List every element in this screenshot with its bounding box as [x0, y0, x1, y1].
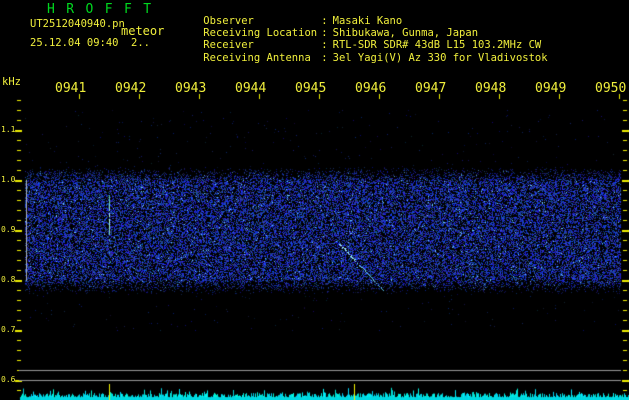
freq-tick-label: 0.7	[1, 325, 16, 334]
filename-label: UT2512040940.pn	[30, 18, 125, 30]
time-tick-label: 0941	[55, 81, 87, 96]
freq-axis-unit: kHz	[2, 76, 21, 88]
app-title: H R O F F T	[47, 2, 153, 17]
time-tick-label: 0945	[295, 81, 327, 96]
freq-tick-label: 1.0	[1, 175, 16, 184]
freq-tick-label: 0.9	[1, 225, 16, 234]
time-tick-label: 0942	[115, 81, 147, 96]
time-tick-label: 0944	[235, 81, 267, 96]
time-tick-label: 0949	[535, 81, 567, 96]
freq-tick-label: 0.6	[1, 375, 16, 384]
info-value: 3el Yagi(V) Az 330 for Vladivostok	[332, 51, 548, 64]
echo-count: 2..	[131, 37, 150, 49]
time-tick-label: 0950	[595, 81, 627, 96]
freq-tick-label: 0.8	[1, 275, 16, 284]
time-tick-label: 0946	[355, 81, 387, 96]
info-separator: :	[321, 51, 328, 64]
time-tick-label: 0947	[415, 81, 447, 96]
info-row-antenna: Receiving Antenna:3el Yagi(V) Az 330 for…	[178, 42, 548, 74]
time-tick-label: 0943	[175, 81, 207, 96]
datetime-label: 25.12.04 09:40	[30, 37, 119, 49]
info-label: Receiving Antenna	[203, 51, 311, 64]
hrofft-screen: H R O F F T UT2512040940.pn meteor 25.12…	[0, 0, 629, 400]
mode-label: meteor	[121, 24, 165, 38]
time-tick-label: 0948	[475, 81, 507, 96]
freq-tick-label: 1.1	[1, 125, 16, 134]
